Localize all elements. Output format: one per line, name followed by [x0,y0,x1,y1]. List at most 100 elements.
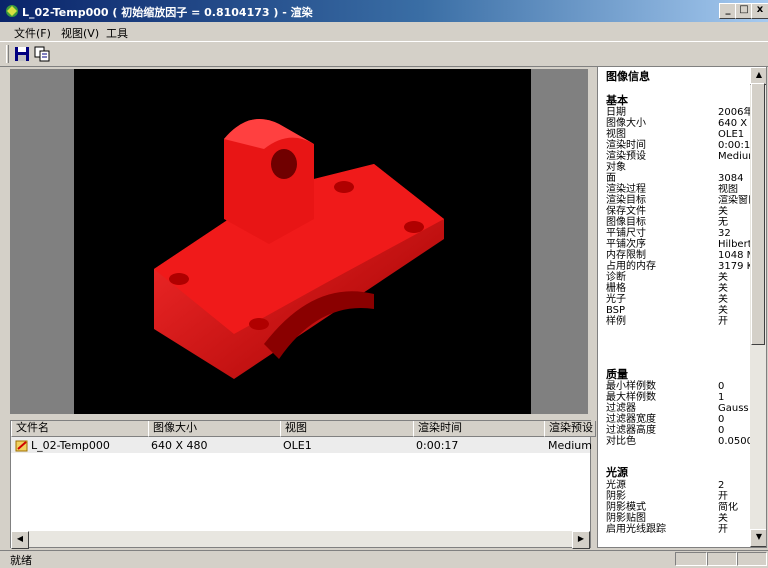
section-heading-lights: 光源 [606,466,628,479]
info-value: 0:00:17 [718,140,753,151]
info-key: 最小样例数 [606,381,656,392]
toolbar-grip [6,45,9,63]
info-key: 光源 [606,480,626,491]
status-panel [675,552,707,566]
rendered-image [74,69,531,414]
info-value: OLE1 [718,129,745,140]
menu-view[interactable]: 视图(V) [61,25,99,41]
menu-file[interactable]: 文件(F) [14,25,51,41]
app-icon [4,3,20,19]
info-key: 日期 [606,107,626,118]
cell-render-time: 0:00:17 [416,439,459,452]
info-title: 图像信息 [606,70,650,83]
info-value: 关 [718,294,728,305]
menu-bar: 文件(F) 视图(V) 工具 [0,22,768,41]
info-value: 关 [718,283,728,294]
info-key: 诊断 [606,272,626,283]
cell-filename: L_02-Temp000 [31,439,110,452]
window-title: L_02-Temp000 ( 初始缩放因子 = 0.8104173 ) - 渲染 [22,6,313,19]
vertical-scrollbar[interactable]: ▲ ▼ [750,67,766,547]
info-value: 关 [718,513,728,524]
info-value: 1 [718,392,725,403]
menu-tools[interactable]: 工具 [106,25,128,41]
column-header-view[interactable]: 视图 [280,421,419,437]
info-key: 图像大小 [606,118,646,129]
info-value: 关 [718,272,728,283]
info-key: 光子 [606,294,626,305]
info-value: 渲染窗口 [718,195,753,206]
info-value: 0 [718,381,725,392]
info-value: 640 X .. [718,118,753,129]
close-button[interactable]: x [751,3,768,19]
info-key: 保存文件 [606,206,646,217]
section-heading-quality: 质量 [606,368,628,381]
info-key: 渲染预设 [606,151,646,162]
info-key: 占用的内存 [606,261,656,272]
info-key: 平铺次序 [606,239,646,250]
info-value: 3179 KB [718,261,753,272]
cell-image-size: 640 X 480 [151,439,208,452]
status-panel [737,552,767,566]
info-key: 渲染过程 [606,184,646,195]
scroll-right-button[interactable]: ▶ [572,531,590,549]
info-key: 图像目标 [606,217,646,228]
image-info-panel[interactable]: 图像信息 基本 日期 2006年.. 图像大小 640 X .. 视图 OLE1 渲染… [597,66,767,548]
column-header-filename[interactable]: 文件名 [11,421,154,437]
scroll-down-button[interactable]: ▼ [750,529,766,547]
info-key: 内存限制 [606,250,646,261]
info-value: 2006年.. [718,107,753,118]
info-value: 2 [718,480,725,491]
info-value: 视图 [718,184,738,195]
info-key: 样例 [606,316,626,327]
file-icon [15,438,29,453]
scroll-thumb[interactable] [751,83,765,345]
title-bar[interactable]: L_02-Temp000 ( 初始缩放因子 = 0.8104173 ) - 渲染… [0,0,768,22]
info-key: 过滤器 [606,403,636,414]
info-value: 0 [718,414,725,425]
status-panel [707,552,737,566]
info-key: 过滤器宽度 [606,414,656,425]
info-value: Medium [718,151,753,162]
info-value: 32 [718,228,731,239]
info-key: 对比色 [606,436,636,447]
info-key: 栅格 [606,283,626,294]
info-key: 平铺尺寸 [606,228,646,239]
info-value: Hilbert [718,239,752,250]
info-key: 阴影贴图 [606,513,646,524]
info-key: 最大样例数 [606,392,656,403]
cell-render-preset: Medium [548,439,592,452]
horizontal-scrollbar[interactable]: ◀ ▶ [11,531,590,549]
column-header-image-size[interactable]: 图像大小 [148,421,286,437]
toolbar [0,41,768,67]
info-key: 渲染目标 [606,195,646,206]
render-history-list[interactable]: 文件名 图像大小 视图 渲染时间 渲染预设 L_02-Temp000 640 X… [10,420,596,549]
info-value: 3084 [718,173,744,184]
info-key: 阴影模式 [606,502,646,513]
info-key: 渲染时间 [606,140,646,151]
info-value: 开 [718,491,728,502]
info-value: 简化 [718,502,738,513]
info-value: 0.05000.. [718,436,753,447]
info-key: 面 [606,173,616,184]
column-header-render-preset[interactable]: 渲染预设 [544,421,596,437]
section-heading-basic: 基本 [606,94,628,107]
cell-view: OLE1 [283,439,312,452]
save-icon[interactable] [14,46,30,62]
info-key: 对象 [606,162,626,173]
info-key: 阴影 [606,491,626,502]
info-key: 过滤器高度 [606,425,656,436]
info-key: 视图 [606,129,626,140]
status-text: 就绪 [10,554,32,567]
info-value: 0 [718,425,725,436]
scroll-left-button[interactable]: ◀ [11,531,29,549]
info-value: 开 [718,524,728,535]
info-value: 1048 MB [718,250,753,261]
info-value: 关 [718,305,728,316]
info-key: BSP [606,305,626,316]
info-value: 关 [718,206,728,217]
info-value: 无 [718,217,728,228]
info-value: 开 [718,316,728,327]
column-header-render-time[interactable]: 渲染时间 [413,421,550,437]
copy-icon[interactable] [34,46,50,62]
info-value: Gauss [718,403,749,414]
